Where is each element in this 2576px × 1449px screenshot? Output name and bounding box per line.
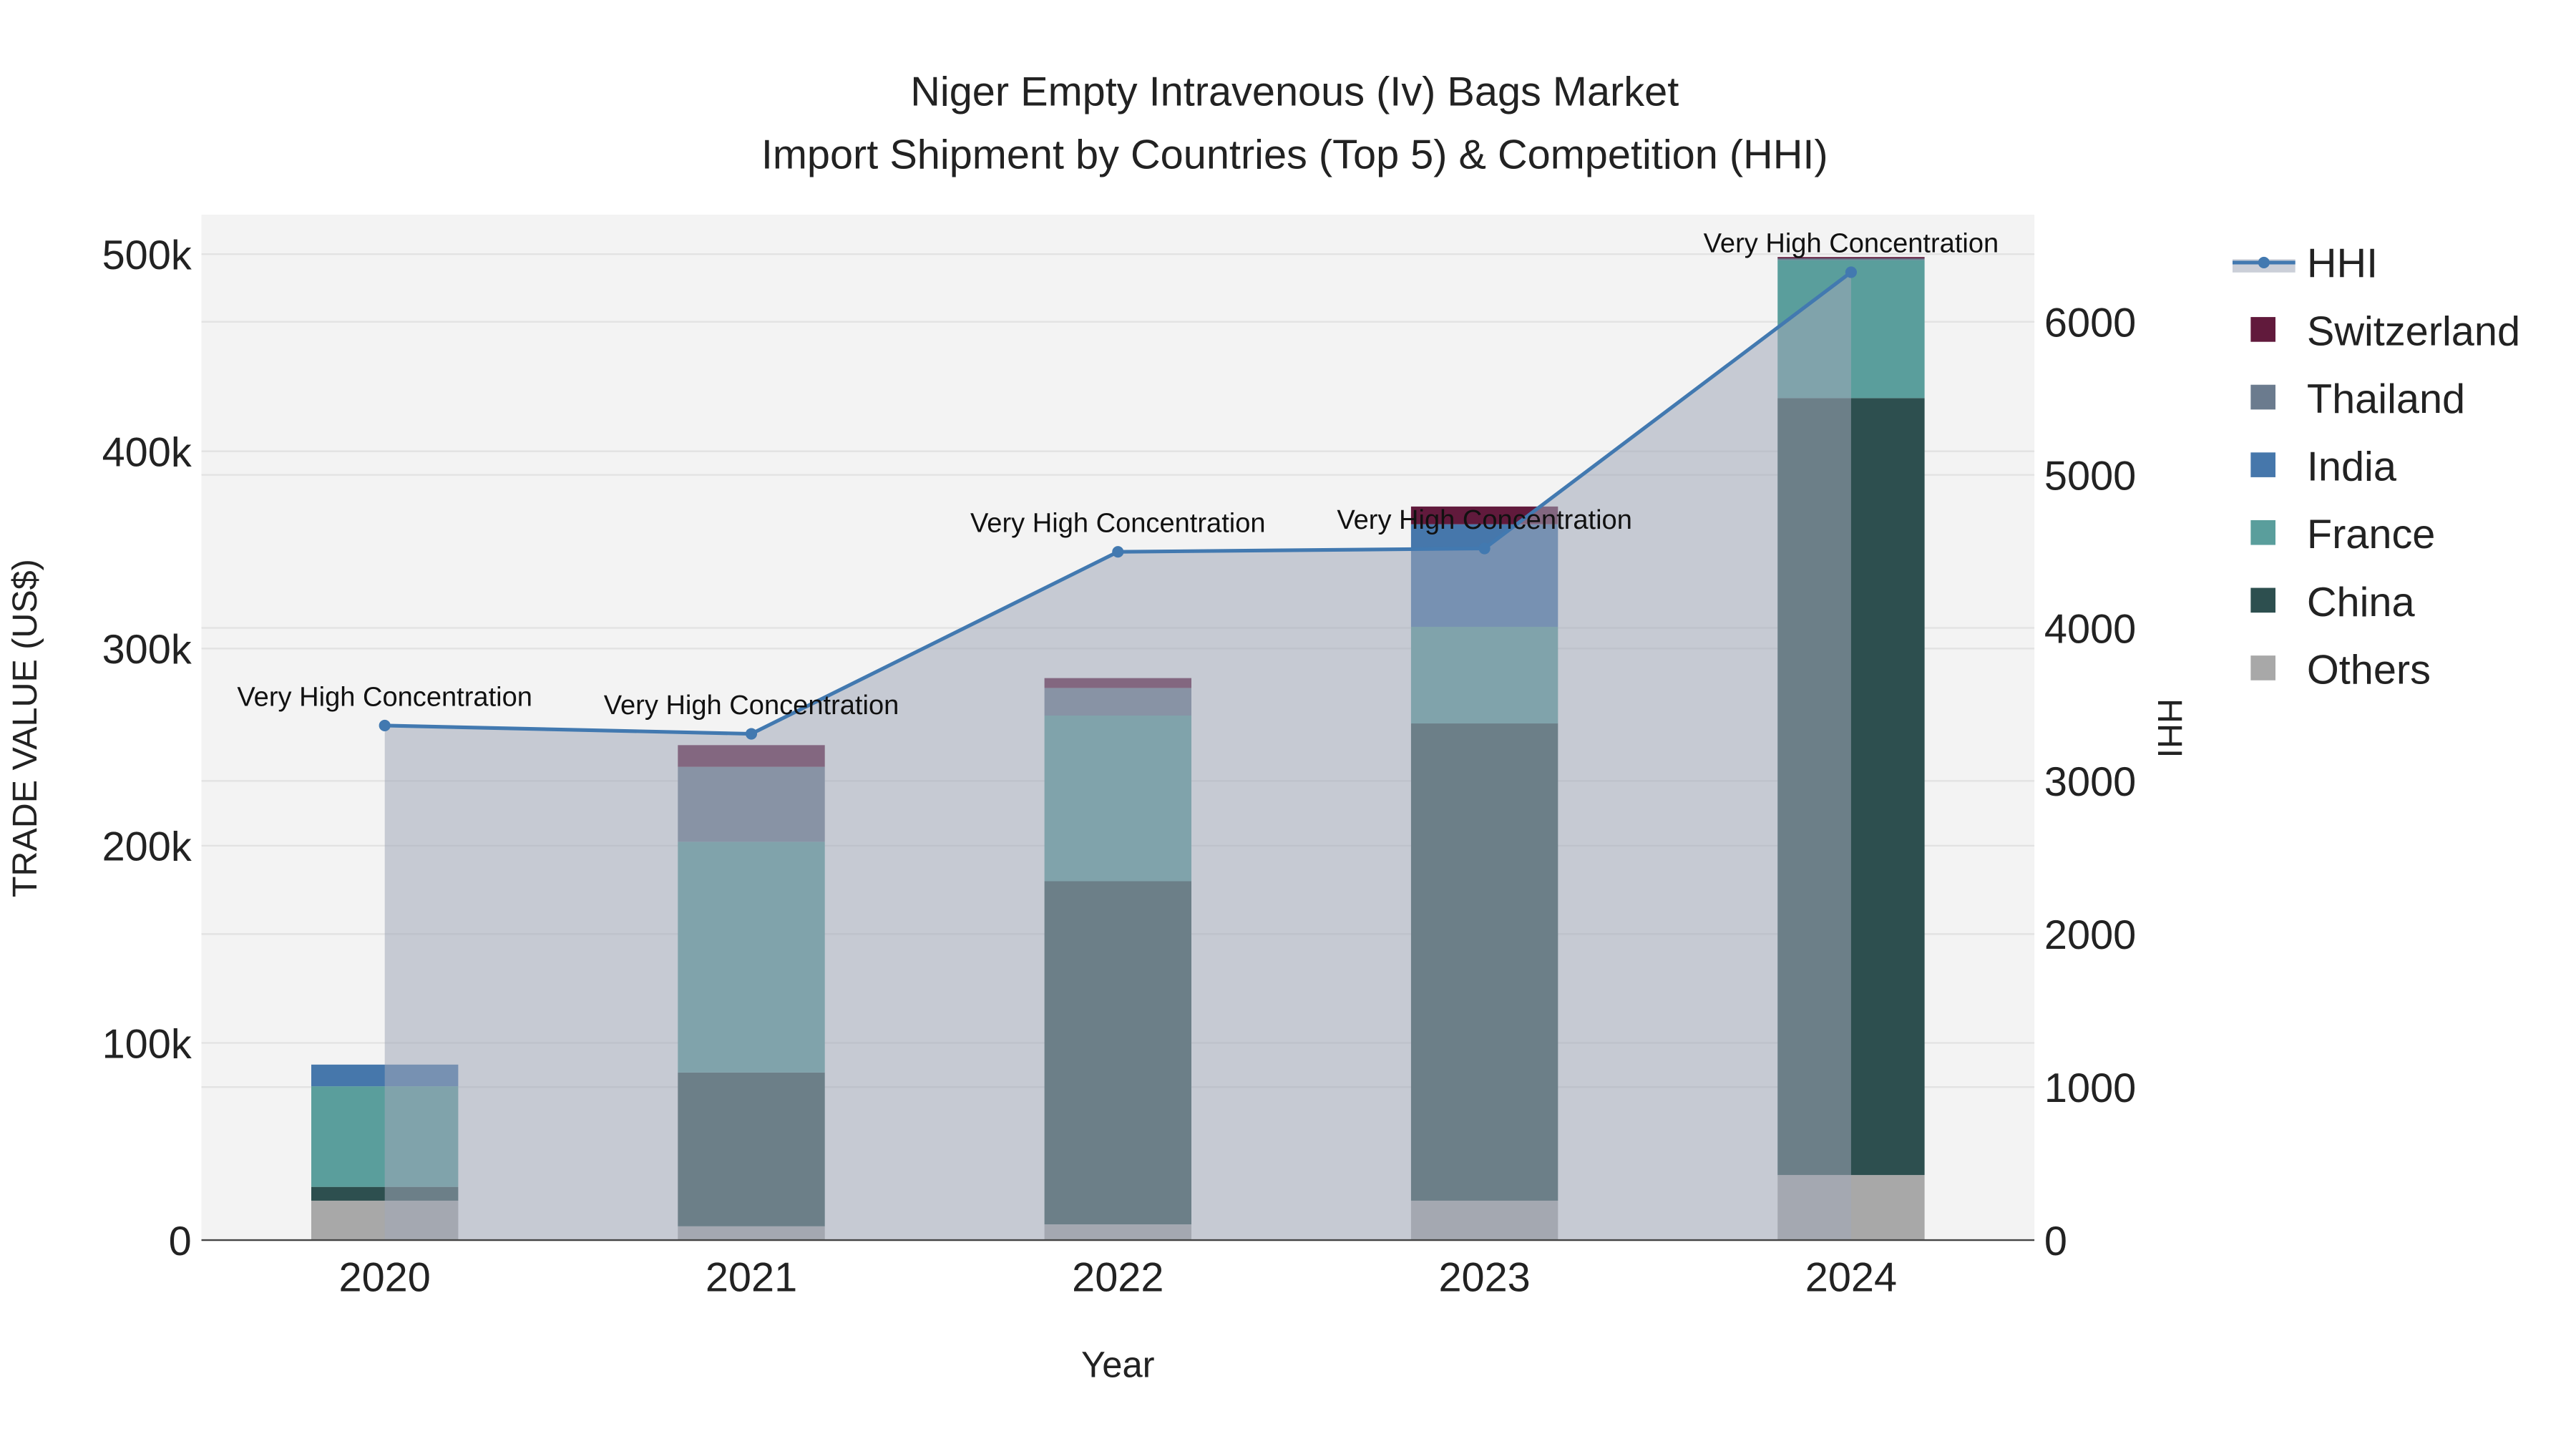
hhi-annotation-2021: Very High Concentration (604, 691, 899, 721)
legend-swatch-switzerland (2250, 317, 2275, 342)
legend-swatch-hhi-marker (2258, 256, 2270, 268)
hhi-annotation-2024: Very High Concentration (1704, 229, 1999, 259)
hhi-point-2024 (1845, 266, 1857, 278)
y2-axis-label: HHI (2150, 698, 2189, 758)
legend-label-china: China (2307, 580, 2416, 625)
chart-title: Niger Empty Intravenous (Iv) Bags Market (910, 69, 1679, 115)
legend-label-thailand: Thailand (2307, 376, 2465, 422)
y2-tick-label: 5000 (2044, 453, 2136, 499)
hhi-annotation-2020: Very High Concentration (237, 682, 532, 712)
legend-swatch-thailand (2250, 384, 2275, 410)
y2-tick-label: 3000 (2044, 759, 2136, 805)
legend-label-india: India (2307, 444, 2397, 490)
legend-label-others: Others (2307, 647, 2431, 693)
y2-tick-label: 4000 (2044, 606, 2136, 652)
y-tick-label: 300k (102, 627, 192, 673)
hhi-point-2022 (1112, 546, 1124, 558)
y2-tick-label: 6000 (2044, 300, 2136, 346)
hhi-annotation-2023: Very High Concentration (1337, 505, 1632, 535)
hhi-point-2020 (379, 719, 391, 732)
y-axis-label: TRADE VALUE (US$) (6, 559, 44, 897)
x-axis-label: Year (1081, 1345, 1155, 1385)
legend-swatch-china (2250, 587, 2275, 613)
y-tick-label: 500k (102, 233, 192, 278)
y-tick-label: 400k (102, 429, 192, 475)
x-tick-label: 2022 (1072, 1255, 1163, 1301)
chart-subtitle: Import Shipment by Countries (Top 5) & C… (761, 132, 1828, 177)
x-tick-label: 2021 (706, 1255, 797, 1301)
chart: Niger Empty Intravenous (Iv) Bags Market… (0, 0, 2576, 1449)
y-tick-label: 200k (102, 824, 192, 870)
legend-label-france: France (2307, 512, 2436, 557)
x-tick-label: 2023 (1438, 1255, 1530, 1301)
hhi-point-2021 (745, 728, 758, 740)
legend-label-switzerland: Switzerland (2307, 308, 2520, 354)
y-tick-label: 0 (169, 1219, 192, 1264)
x-tick-label: 2020 (339, 1255, 431, 1301)
y-tick-label: 100k (102, 1021, 192, 1067)
hhi-annotation-2022: Very High Concentration (970, 509, 1266, 539)
y2-tick-label: 2000 (2044, 912, 2136, 958)
legend-swatch-france (2250, 519, 2275, 545)
y2-tick-label: 1000 (2044, 1065, 2136, 1111)
x-tick-label: 2024 (1805, 1255, 1897, 1301)
legend-swatch-others (2250, 655, 2275, 680)
hhi-point-2023 (1478, 542, 1491, 555)
y2-tick-label: 0 (2044, 1219, 2067, 1264)
legend-swatch-india (2250, 452, 2275, 477)
legend-label-hhi: HHI (2307, 241, 2378, 287)
